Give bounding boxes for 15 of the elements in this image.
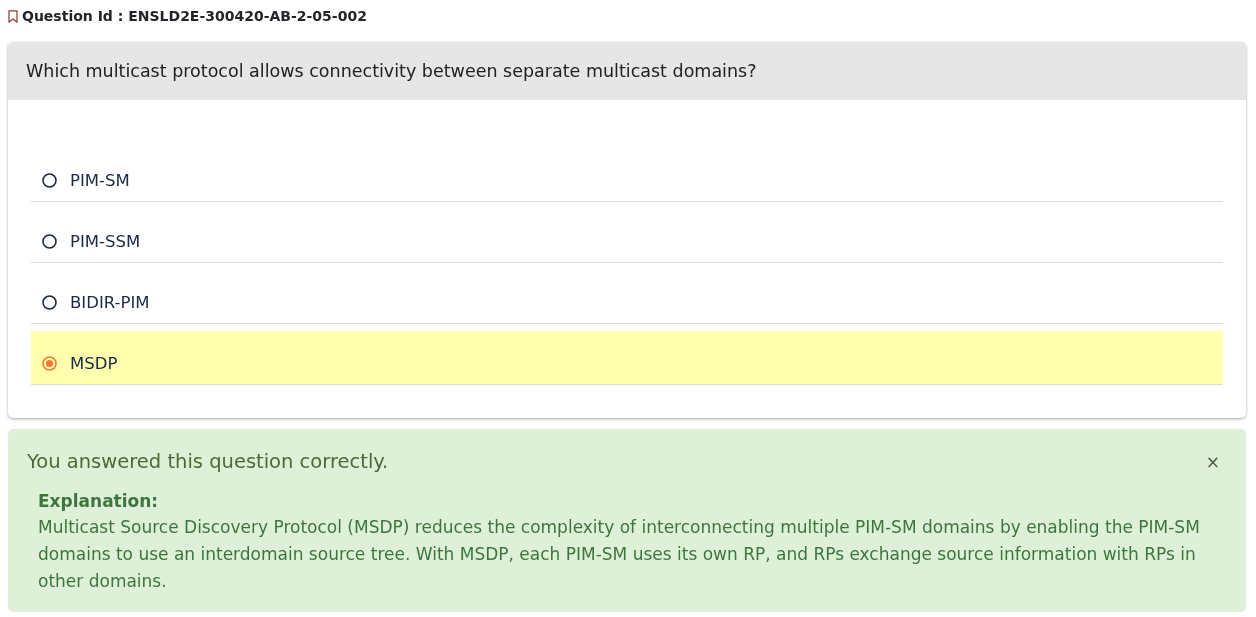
question-id: Question Id : ENSLD2E-300420-AB-2-05-002 — [22, 7, 367, 26]
explanation-text: Multicast Source Discovery Protocol (MSDP) reduces the complexity of interconnecting multiple PIM-SM domains by enabling the PIM-SM domains to use an interdomain source tree. With MSDP, each PIM-SM uses its own RP, and RPs exchange source information with RPs in other domains. — [38, 516, 1201, 593]
radio-icon[interactable] — [42, 295, 57, 310]
answer-option[interactable]: PIM-SSM — [31, 209, 1223, 263]
radio-selected-icon[interactable] — [42, 356, 57, 371]
answer-option[interactable]: MSDP — [31, 331, 1223, 385]
radio-icon[interactable] — [42, 234, 57, 249]
explanation-title: Explanation: — [38, 490, 160, 513]
close-button[interactable]: × — [1199, 451, 1226, 473]
radio-icon[interactable] — [42, 173, 57, 188]
result-message: You answered this question correctly. — [27, 449, 389, 475]
bookmark-icon — [8, 9, 18, 23]
question-text: Which multicast protocol allows connectivity between separate multicast domains? — [8, 42, 1246, 100]
answer-option[interactable]: BIDIR-PIM — [31, 270, 1223, 324]
answer-option[interactable]: PIM-SM — [31, 148, 1223, 202]
